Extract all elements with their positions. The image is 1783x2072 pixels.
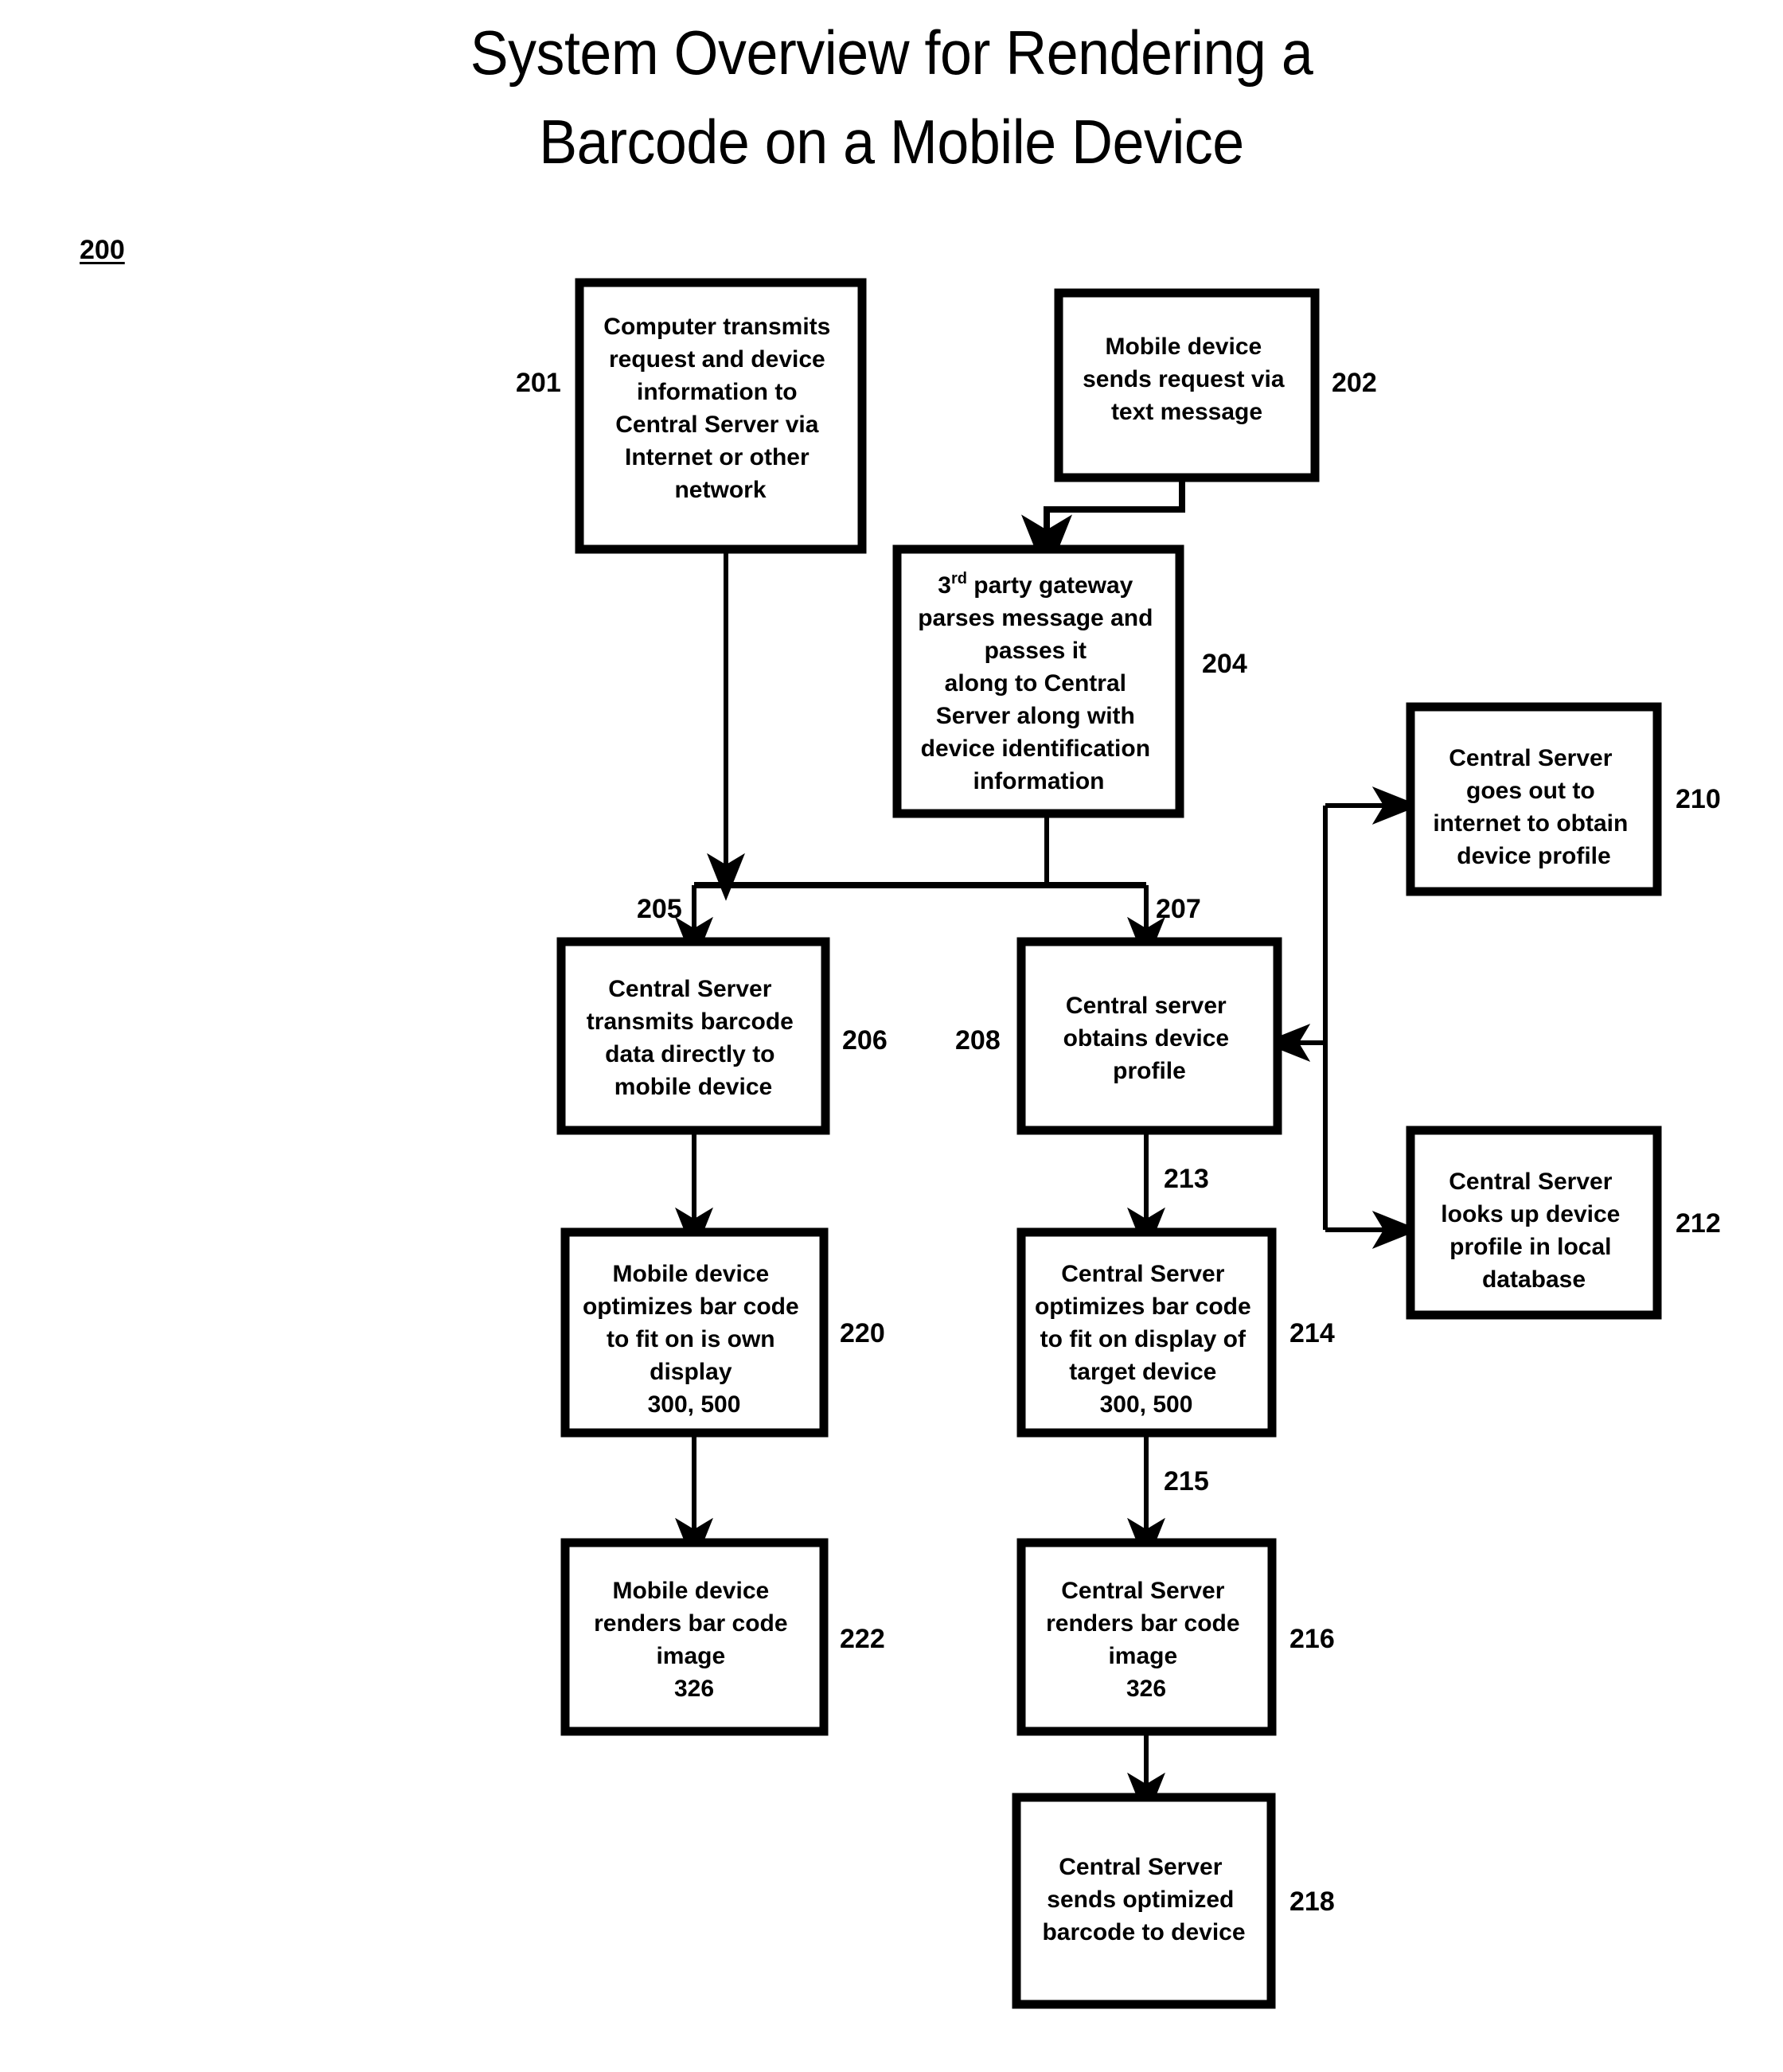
node-208-ref: 208 [955, 1025, 1001, 1056]
node-212[interactable]: Central Server looks up device profile i… [1406, 1126, 1721, 1320]
node-214-ref: 214 [1289, 1318, 1335, 1348]
edge-label-205: 205 [637, 894, 682, 924]
edge-label-213: 213 [1164, 1164, 1209, 1194]
node-208[interactable]: Central server obtains device profile 20… [955, 937, 1282, 1135]
node-202[interactable]: Mobile device sends request via text mes… [1054, 288, 1377, 482]
node-206[interactable]: Central Server transmits barcode data di… [556, 937, 888, 1135]
node-201-ref: 201 [516, 368, 561, 398]
node-210-ref: 210 [1676, 784, 1721, 814]
node-204-ref: 204 [1202, 649, 1247, 679]
node-204[interactable]: 3rd party gateway parses message and pas… [892, 544, 1247, 818]
node-202-label: Mobile device sends request via text mes… [1083, 334, 1291, 425]
patent-figure: System Overview for Rendering a Barcode … [0, 0, 1783, 2072]
node-220[interactable]: Mobile device optimizes bar code to fit … [560, 1227, 885, 1438]
connector-208-device-profile-bus [1262, 786, 1420, 1249]
node-210[interactable]: Central Server goes out to internet to o… [1406, 702, 1721, 896]
node-201[interactable]: Computer transmits request and device in… [516, 278, 867, 554]
node-218-label: Central Server sends optimized barcode t… [1042, 1854, 1245, 1945]
node-218-ref: 218 [1289, 1887, 1335, 1917]
node-214[interactable]: Central Server optimizes bar code to fit… [1016, 1227, 1335, 1438]
node-216[interactable]: Central Server renders bar code image 32… [1016, 1538, 1335, 1736]
node-222-ref: 222 [840, 1624, 885, 1654]
node-202-ref: 202 [1332, 368, 1377, 398]
flowchart-canvas: Computer transmits request and device in… [516, 278, 1721, 2009]
node-220-ref: 220 [840, 1318, 885, 1348]
edge-label-207: 207 [1156, 894, 1201, 924]
connector-202-to-204 [1021, 478, 1185, 579]
node-206-ref: 206 [842, 1025, 888, 1056]
node-222[interactable]: Mobile device renders bar code image 326… [560, 1538, 885, 1736]
node-212-ref: 212 [1676, 1208, 1721, 1239]
node-218[interactable]: Central Server sends optimized barcode t… [1012, 1793, 1335, 2009]
edge-label-215: 215 [1164, 1466, 1209, 1496]
node-216-ref: 216 [1289, 1624, 1335, 1654]
